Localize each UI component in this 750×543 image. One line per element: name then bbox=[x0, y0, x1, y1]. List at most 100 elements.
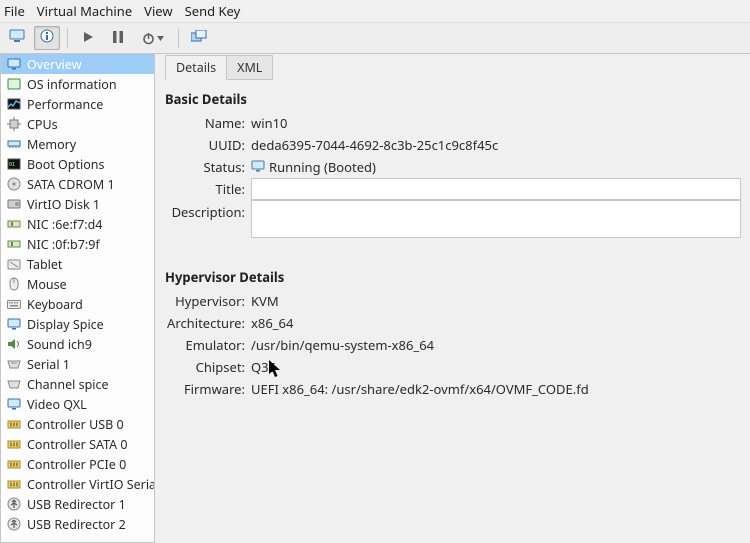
hypervisor-label: Hypervisor: bbox=[165, 292, 251, 310]
sidebar-item-overview[interactable]: Overview bbox=[1, 54, 154, 74]
sidebar-item-nic-6e-f7-d4[interactable]: NIC :6e:f7:d4 bbox=[1, 214, 154, 234]
display-icon bbox=[7, 317, 21, 331]
channel-icon bbox=[7, 377, 21, 391]
chevron-down-icon bbox=[157, 36, 164, 41]
running-icon bbox=[251, 158, 265, 176]
sidebar-item-keyboard[interactable]: Keyboard bbox=[1, 294, 154, 314]
sidebar-item-label: Controller PCIe 0 bbox=[27, 456, 126, 473]
snapshots-icon bbox=[191, 29, 207, 47]
info-circle-icon bbox=[40, 29, 54, 47]
menu-file[interactable]: File bbox=[4, 2, 25, 20]
menu-sendkey[interactable]: Send Key bbox=[185, 2, 241, 20]
toolbar bbox=[0, 22, 750, 54]
run-button[interactable] bbox=[75, 26, 101, 50]
tab-xml[interactable]: XML bbox=[226, 55, 273, 80]
usb-redir-icon bbox=[7, 517, 21, 531]
sidebar-item-serial-1[interactable]: Serial 1 bbox=[1, 354, 154, 374]
sidebar-item-os-information[interactable]: OS information bbox=[1, 74, 154, 94]
sidebar-item-label: VirtIO Disk 1 bbox=[27, 196, 100, 213]
sidebar-item-cpus[interactable]: CPUs bbox=[1, 114, 154, 134]
emulator-value: /usr/bin/qemu-system-x86_64 bbox=[251, 336, 434, 354]
sidebar-item-label: Sound ich9 bbox=[27, 336, 92, 353]
nic-icon bbox=[7, 217, 21, 231]
sidebar-item-controller-usb-0[interactable]: Controller USB 0 bbox=[1, 414, 154, 434]
boot-icon: 01 bbox=[7, 157, 21, 171]
architecture-value: x86_64 bbox=[251, 314, 293, 332]
sidebar-item-label: Mouse bbox=[27, 276, 67, 293]
sidebar-item-label: Tablet bbox=[27, 256, 62, 273]
controller-icon bbox=[7, 457, 21, 471]
architecture-label: Architecture: bbox=[165, 314, 251, 332]
sidebar-item-label: Keyboard bbox=[27, 296, 83, 313]
mouse-icon bbox=[7, 277, 21, 291]
tablet-icon bbox=[7, 257, 21, 271]
name-label: Name: bbox=[165, 114, 251, 132]
sidebar-item-label: NIC :0f:b7:9f bbox=[27, 236, 100, 253]
perf-icon bbox=[7, 97, 21, 111]
hardware-sidebar[interactable]: Overview OS information PerformanceCPUsMem… bbox=[0, 54, 155, 543]
basic-details-section: Basic Details Name: win10 UUID: deda6395… bbox=[165, 90, 742, 246]
sidebar-item-controller-virtio-serial-0[interactable]: Controller VirtIO Serial 0 bbox=[1, 474, 154, 494]
hypervisor-value: KVM bbox=[251, 292, 279, 310]
sidebar-item-boot-options[interactable]: 01 Boot Options bbox=[1, 154, 154, 174]
sidebar-item-label: Performance bbox=[27, 96, 103, 113]
sidebar-item-controller-pcie-0[interactable]: Controller PCIe 0 bbox=[1, 454, 154, 474]
sidebar-item-mouse[interactable]: Mouse bbox=[1, 274, 154, 294]
chipset-label: Chipset: bbox=[165, 358, 251, 376]
sound-icon bbox=[7, 337, 21, 351]
hypervisor-details-heading: Hypervisor Details bbox=[165, 268, 742, 286]
sidebar-item-usb-redirector-2[interactable]: USB Redirector 2 bbox=[1, 514, 154, 534]
sidebar-item-label: Boot Options bbox=[27, 156, 104, 173]
sidebar-item-video-qxl[interactable]: Video QXL bbox=[1, 394, 154, 414]
usb-redir-icon bbox=[7, 497, 21, 511]
name-value: win10 bbox=[251, 114, 287, 132]
sidebar-item-label: USB Redirector 2 bbox=[27, 516, 126, 533]
sidebar-item-tablet[interactable]: Tablet bbox=[1, 254, 154, 274]
sidebar-item-label: Serial 1 bbox=[27, 356, 70, 373]
controller-icon bbox=[7, 477, 21, 491]
sidebar-item-display-spice[interactable]: Display Spice bbox=[1, 314, 154, 334]
sidebar-item-sata-cdrom-1[interactable]: SATA CDROM 1 bbox=[1, 174, 154, 194]
sidebar-item-controller-sata-0[interactable]: Controller SATA 0 bbox=[1, 434, 154, 454]
title-label: Title: bbox=[165, 180, 251, 198]
play-icon bbox=[82, 29, 94, 47]
cdrom-icon bbox=[7, 177, 21, 191]
sidebar-item-virtio-disk-1[interactable]: VirtIO Disk 1 bbox=[1, 194, 154, 214]
console-view-button[interactable] bbox=[4, 26, 30, 50]
controller-icon bbox=[7, 437, 21, 451]
details-view-button[interactable] bbox=[34, 26, 60, 50]
sidebar-item-sound-ich9[interactable]: Sound ich9 bbox=[1, 334, 154, 354]
details-panel: Details XML Basic Details Name: win10 UU… bbox=[155, 54, 750, 543]
status-text: Running (Booted) bbox=[269, 158, 376, 176]
sidebar-item-usb-redirector-1[interactable]: USB Redirector 1 bbox=[1, 494, 154, 514]
keyboard-icon bbox=[7, 297, 21, 311]
sidebar-item-nic-0f-b7-9f[interactable]: NIC :0f:b7:9f bbox=[1, 234, 154, 254]
sidebar-item-channel-spice[interactable]: Channel spice bbox=[1, 374, 154, 394]
menubar: File Virtual Machine View Send Key bbox=[0, 0, 750, 22]
sidebar-item-label: USB Redirector 1 bbox=[27, 496, 126, 513]
toolbar-separator bbox=[178, 28, 179, 48]
firmware-label: Firmware: bbox=[165, 380, 251, 398]
nic-icon bbox=[7, 237, 21, 251]
tab-details[interactable]: Details bbox=[165, 55, 227, 80]
power-menu-button[interactable] bbox=[135, 26, 171, 50]
sidebar-item-label: OS information bbox=[27, 76, 117, 93]
sidebar-item-label: SATA CDROM 1 bbox=[27, 176, 115, 193]
sidebar-item-performance[interactable]: Performance bbox=[1, 94, 154, 114]
sidebar-item-label: Controller VirtIO Serial 0 bbox=[27, 476, 155, 493]
monitor-icon bbox=[9, 29, 25, 47]
sidebar-item-label: Display Spice bbox=[27, 316, 104, 333]
title-input[interactable] bbox=[251, 178, 741, 200]
snapshots-button[interactable] bbox=[186, 26, 212, 50]
details-tabs: Details XML bbox=[165, 58, 742, 80]
menu-vm[interactable]: Virtual Machine bbox=[37, 2, 132, 20]
basic-details-heading: Basic Details bbox=[165, 90, 742, 108]
toolbar-separator bbox=[67, 28, 68, 48]
status-value: Running (Booted) bbox=[251, 158, 376, 176]
sidebar-item-memory[interactable]: Memory bbox=[1, 134, 154, 154]
sidebar-item-label: Video QXL bbox=[27, 396, 87, 413]
sidebar-item-label: NIC :6e:f7:d4 bbox=[27, 216, 102, 233]
menu-view[interactable]: View bbox=[144, 2, 172, 20]
description-input[interactable] bbox=[251, 200, 741, 238]
pause-button[interactable] bbox=[105, 26, 131, 50]
